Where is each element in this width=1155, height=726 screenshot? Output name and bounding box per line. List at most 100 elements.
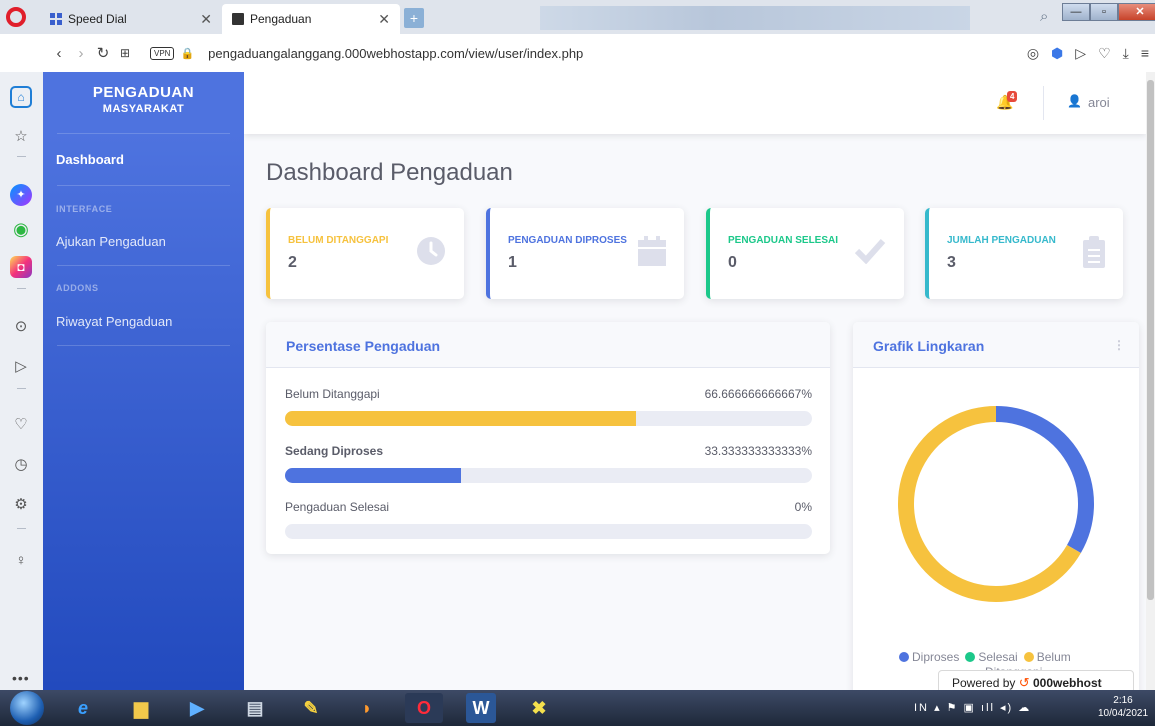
scrollbar-thumb[interactable] bbox=[1147, 80, 1154, 600]
stat-label: PENGADUAN DIPROSES bbox=[508, 235, 627, 246]
opera-taskbar-icon[interactable]: O bbox=[405, 693, 443, 723]
browser-sidebar: ⌂ ☆ ✦ ◉ ◘ ⊙ ▷ ♡ ◷ ⚙ ♀ ••• bbox=[0, 72, 43, 690]
legend-label: Selesai bbox=[978, 650, 1018, 664]
whatsapp-icon[interactable]: ◉ bbox=[10, 218, 32, 240]
stat-card-jumlah: JUMLAH PENGADUAN 3 bbox=[925, 208, 1123, 299]
uc-browser-icon[interactable]: ◗ bbox=[348, 693, 386, 723]
flow-icon[interactable]: ▷ bbox=[10, 356, 32, 378]
webhost-logo-icon: ↺ bbox=[1018, 675, 1030, 690]
progress-track bbox=[285, 411, 812, 426]
system-tray: IN ▴ ⚑ ▣ ıll ◂) ☁ bbox=[914, 701, 1031, 714]
sidebar-divider bbox=[57, 185, 230, 186]
tab-speed-dial[interactable]: Speed Dial ✕ bbox=[40, 4, 222, 34]
heart-icon[interactable]: ♡ bbox=[10, 414, 32, 436]
vpn-badge[interactable]: VPN bbox=[150, 46, 175, 60]
more-vertical-icon[interactable]: ⋮ bbox=[1113, 338, 1125, 352]
gear-icon[interactable]: ⚙ bbox=[10, 494, 32, 516]
sidebar-heading-addons: ADDONS bbox=[56, 283, 99, 293]
stat-card-selesai: PENGADUAN SELESAI 0 bbox=[706, 208, 904, 299]
user-name[interactable]: aroi bbox=[1088, 95, 1110, 110]
tabs-overview-icon[interactable]: ⊞ bbox=[114, 46, 136, 60]
minimize-button[interactable]: — bbox=[1062, 3, 1090, 21]
instagram-icon[interactable]: ◘ bbox=[10, 256, 32, 278]
progress-label: Pengaduan Selesai bbox=[285, 500, 390, 514]
legend-item[interactable]: Diproses bbox=[899, 650, 959, 664]
word-icon[interactable]: W bbox=[466, 693, 496, 723]
donut-slice-diproses[interactable] bbox=[995, 406, 1094, 553]
tool-app-icon[interactable]: ✎ bbox=[292, 693, 330, 723]
page-title: Dashboard Pengaduan bbox=[266, 159, 513, 186]
close-window-button[interactable]: ✕ bbox=[1118, 3, 1155, 21]
progress-row: Pengaduan Selesai 0% bbox=[285, 500, 812, 539]
download-icon[interactable]: ⤓ bbox=[1123, 45, 1129, 62]
tab-pengaduan[interactable]: Pengaduan ✕ bbox=[222, 4, 400, 34]
rail-divider bbox=[17, 288, 26, 289]
powered-brand: 000webhost bbox=[1032, 676, 1102, 690]
legend-label: Diproses bbox=[912, 650, 960, 664]
card-title: Grafik Lingkaran bbox=[873, 338, 985, 354]
history-icon[interactable]: ◷ bbox=[10, 454, 32, 476]
sidebar-item-riwayat[interactable]: Riwayat Pengaduan bbox=[56, 314, 172, 329]
lightbulb-icon[interactable]: ♀ bbox=[10, 550, 32, 572]
new-tab-button[interactable]: + bbox=[404, 8, 424, 28]
media-player-icon[interactable]: ▶ bbox=[178, 693, 216, 723]
stat-label: JUMLAH PENGADUAN bbox=[947, 235, 1056, 246]
lock-icon[interactable]: 🔒 bbox=[180, 47, 194, 60]
language-indicator[interactable]: IN bbox=[914, 702, 929, 714]
xampp-icon[interactable]: ✖ bbox=[520, 693, 558, 723]
more-icon[interactable]: ••• bbox=[12, 670, 30, 686]
brand-title: PENGADUAN bbox=[92, 84, 195, 101]
window-title-area bbox=[540, 6, 970, 30]
sidebar-divider bbox=[57, 133, 230, 134]
close-icon[interactable]: ✕ bbox=[200, 11, 212, 28]
page-scrollbar[interactable] bbox=[1146, 72, 1155, 690]
user-icon[interactable]: 👤 bbox=[1067, 94, 1082, 108]
notification-badge[interactable]: 4 bbox=[1007, 91, 1018, 102]
tray-icons[interactable]: ▴ ⚑ ▣ ıll ◂) ☁ bbox=[934, 702, 1031, 714]
legend-item[interactable]: Belum bbox=[1023, 650, 1071, 664]
sidebar-item-ajukan[interactable]: Ajukan Pengaduan bbox=[56, 234, 166, 249]
chart-legend: Diproses Selesai Belum bbox=[899, 650, 1071, 664]
adblock-shield-icon[interactable]: ⬢ bbox=[1051, 45, 1063, 62]
clock[interactable]: 2:16 10/04/2021 bbox=[1098, 694, 1148, 720]
main-content: 🔔 4 👤 aroi Dashboard Pengaduan BELUM DIT… bbox=[244, 72, 1146, 690]
brand[interactable]: PENGADUAN MASYARAKAT bbox=[43, 84, 244, 115]
home-icon[interactable]: ⌂ bbox=[10, 86, 32, 108]
player-icon[interactable]: ⊙ bbox=[10, 316, 32, 338]
reload-icon[interactable]: ↻ bbox=[92, 44, 114, 62]
donut-chart bbox=[898, 406, 1094, 602]
powered-prefix: Powered by bbox=[952, 676, 1016, 690]
forward-icon[interactable]: › bbox=[70, 45, 92, 62]
progress-card: Persentase Pengaduan Belum Ditanggapi 66… bbox=[266, 322, 830, 554]
heart-icon[interactable]: ♡ bbox=[1098, 45, 1111, 62]
file-explorer-icon[interactable]: ▆ bbox=[122, 693, 160, 723]
progress-value: 0% bbox=[794, 500, 812, 514]
url-field[interactable]: pengaduangalanggang.000webhostapp.com/vi… bbox=[208, 46, 583, 61]
sidebar-item-dashboard[interactable]: Dashboard bbox=[56, 152, 124, 167]
stat-value: 0 bbox=[728, 254, 737, 271]
internet-explorer-icon[interactable]: e bbox=[64, 693, 102, 723]
progress-row: Sedang Diproses 33.333333333333% bbox=[285, 444, 812, 483]
back-icon[interactable]: ‹ bbox=[48, 45, 70, 62]
calendar-icon bbox=[638, 236, 666, 266]
start-button[interactable] bbox=[10, 691, 44, 725]
maximize-button[interactable]: ▫ bbox=[1090, 3, 1118, 21]
rail-divider bbox=[17, 156, 26, 157]
legend-swatch bbox=[965, 652, 976, 662]
check-icon bbox=[854, 238, 886, 264]
stat-value: 3 bbox=[947, 254, 956, 271]
star-icon[interactable]: ☆ bbox=[10, 126, 32, 148]
close-icon[interactable]: ✕ bbox=[378, 11, 390, 28]
messenger-icon[interactable]: ✦ bbox=[10, 184, 32, 206]
stat-card-belum: BELUM DITANGGAPI 2 bbox=[266, 208, 464, 299]
opera-logo-icon[interactable] bbox=[6, 7, 26, 27]
camera-icon[interactable]: ◎ bbox=[1027, 45, 1039, 62]
address-bar-actions: ◎ ⬢ ▷ ♡ ⤓ ≡ bbox=[1027, 45, 1149, 62]
send-icon[interactable]: ▷ bbox=[1075, 45, 1086, 62]
calculator-icon[interactable]: ▤ bbox=[236, 693, 274, 723]
search-icon[interactable]: ⌕ bbox=[1040, 8, 1048, 25]
legend-item[interactable]: Selesai bbox=[965, 650, 1018, 664]
grid-icon bbox=[50, 13, 62, 25]
easy-setup-icon[interactable]: ≡ bbox=[1141, 45, 1149, 62]
stat-card-diproses: PENGADUAN DIPROSES 1 bbox=[486, 208, 684, 299]
